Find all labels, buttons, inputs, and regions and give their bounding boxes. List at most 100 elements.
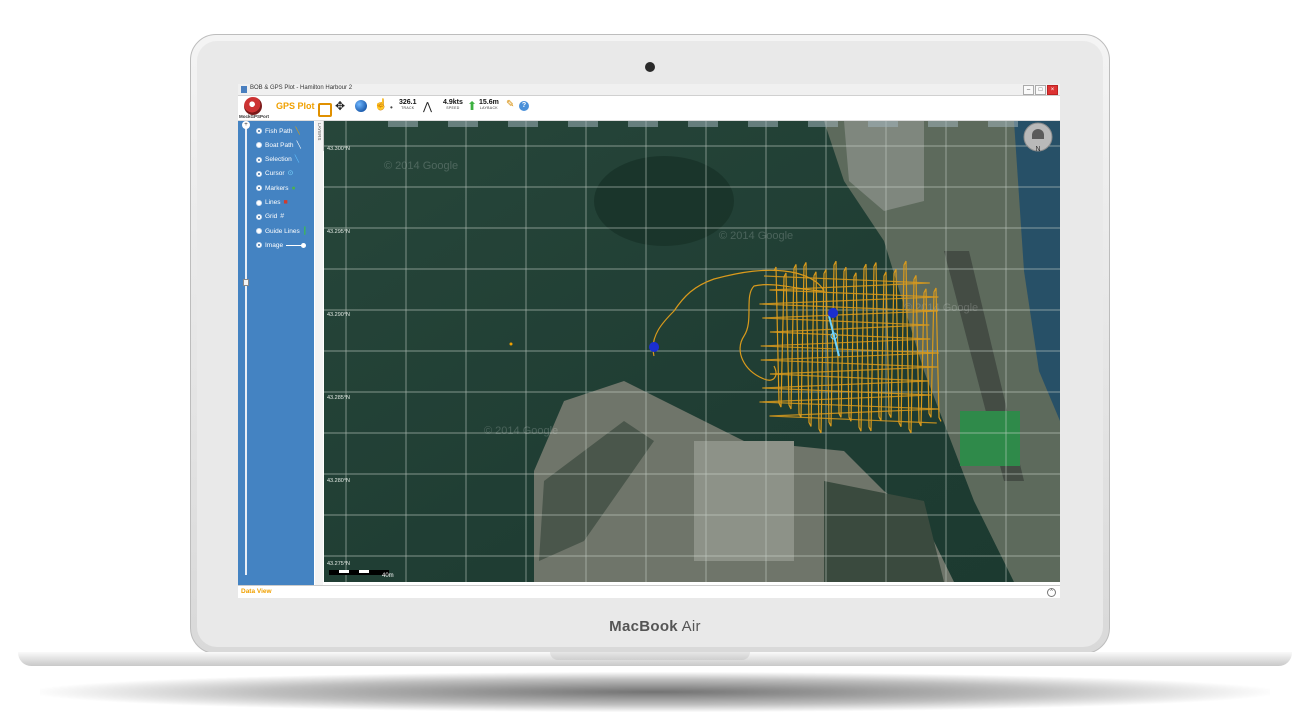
longitude-tick [928, 121, 958, 127]
lock-icon[interactable] [318, 103, 332, 117]
layer-row[interactable]: Fish Path ╲ [256, 125, 300, 137]
heading-arrow-icon: ⋀ [423, 101, 433, 113]
app-title: GPS Plot [276, 101, 315, 111]
longitude-tick [508, 121, 538, 127]
layer-label: Grid [265, 213, 278, 221]
laptop-shadow [40, 672, 1270, 712]
layer-swatch-icon[interactable]: ● [291, 185, 295, 192]
layer-swatch-icon[interactable]: # [280, 213, 284, 220]
move-icon[interactable]: ✥ [335, 99, 345, 113]
layer-toggle[interactable] [256, 185, 262, 192]
minimize-button[interactable]: – [1023, 85, 1034, 95]
image-opacity-slider[interactable] [286, 242, 307, 248]
map-view[interactable]: 43.300°N 43.295°N 43.290°N 43.285°N 43.280°N… [324, 121, 1060, 582]
layers-tab[interactable]: LAYERS [315, 121, 324, 151]
zoom-slider-thumb[interactable] [243, 279, 249, 286]
latitude-label: 43.280°N [327, 478, 350, 484]
longitude-tick [748, 121, 778, 127]
latitude-label: 43.300°N [327, 146, 350, 152]
app-window: BOB & GPS Plot - Hamilton Harbour 2 – □ … [238, 84, 1060, 598]
dropdown-icon[interactable]: • [390, 101, 393, 115]
layer-row[interactable]: Guide Lines ┃ [256, 225, 307, 237]
layer-row[interactable]: Markers ● [256, 182, 296, 194]
zoom-slider-track[interactable] [245, 127, 247, 575]
layer-label: Image [265, 241, 284, 249]
layer-label: Guide Lines [265, 227, 300, 235]
layer-toggle[interactable] [256, 170, 262, 177]
layer-swatch-icon[interactable]: ╲ [295, 128, 299, 135]
longitude-tick [988, 121, 1018, 127]
globe-icon[interactable] [355, 100, 367, 112]
satellite-map[interactable]: 43.300°N 43.295°N 43.290°N 43.285°N 43.280°N… [324, 121, 1060, 582]
scale-label: 40m [382, 573, 394, 579]
pencil-icon[interactable]: ✎ [506, 99, 514, 110]
latitude-label: 43.275°N [327, 561, 350, 567]
layer-row[interactable]: Cursor ⊙ [256, 168, 293, 180]
map-watermark: © 2014 Google [484, 425, 558, 437]
toolbar: MockGPSPort GPS Plot ✥ ☝ • 326.1 TRACK ⋀… [238, 96, 1060, 121]
layer-toggle[interactable] [256, 156, 262, 163]
title-bar: BOB & GPS Plot - Hamilton Harbour 2 – □ … [238, 84, 1060, 96]
layer-label: Selection [265, 156, 292, 164]
camera-icon [645, 62, 655, 72]
speed-readout: 4.9kts SPEED [443, 99, 463, 110]
longitude-tick [568, 121, 598, 127]
map-watermark: © 2014 Google [384, 160, 458, 172]
layer-row[interactable]: Grid # [256, 211, 284, 223]
green-field [960, 411, 1020, 466]
latitude-label: 43.290°N [327, 312, 350, 318]
longitude-tick [868, 121, 898, 127]
layer-toggle[interactable] [256, 242, 262, 249]
close-button[interactable]: × [1047, 85, 1058, 95]
layer-swatch-icon[interactable]: ╲ [295, 156, 299, 163]
app-icon [241, 86, 247, 93]
data-view-title: Data View [241, 588, 272, 595]
latitude-label: 43.295°N [327, 229, 350, 235]
layers-panel: + Fish Path ╲ Boat Path ╲ Selection ╲ Cursor ⊙ M… [238, 121, 314, 585]
layer-label: Cursor [265, 170, 285, 178]
zoom-in-icon[interactable]: + [242, 121, 250, 129]
layer-label: Markers [265, 184, 289, 192]
maximize-button[interactable]: □ [1035, 85, 1046, 95]
layer-swatch-icon[interactable]: ■ [284, 199, 288, 206]
layer-row[interactable]: Lines ■ [256, 197, 288, 209]
layer-toggle[interactable] [256, 199, 262, 206]
window-title: BOB & GPS Plot - Hamilton Harbour 2 [250, 85, 353, 91]
layer-toggle[interactable] [256, 228, 262, 235]
layer-toggle[interactable] [256, 142, 262, 149]
layer-label: Boat Path [265, 141, 294, 149]
layer-swatch-icon[interactable]: ╲ [297, 142, 301, 149]
laptop-brand: MacBook Air [609, 618, 701, 635]
compass-label: N [1035, 146, 1040, 153]
industrial-block [694, 441, 794, 561]
latitude-label: 43.285°N [327, 395, 350, 401]
layback-readout: 15.6m LAYBACK [479, 99, 499, 110]
logo-text: MockGPSPort [239, 114, 270, 119]
longitude-tick [688, 121, 718, 127]
hand-icon[interactable]: ☝ [374, 98, 388, 112]
logo-icon [244, 97, 262, 115]
longitude-tick [808, 121, 838, 127]
boat-position-marker [509, 342, 513, 346]
chevron-up-icon[interactable]: ^ [1047, 588, 1056, 597]
deep-water-patch [594, 156, 734, 246]
layer-swatch-icon[interactable]: ┃ [303, 228, 307, 235]
layer-row[interactable]: Boat Path ╲ [256, 139, 301, 151]
layer-label: Lines [265, 199, 281, 206]
help-button[interactable]: ? [519, 101, 529, 111]
layer-toggle[interactable] [256, 213, 262, 220]
layer-swatch-icon[interactable]: ⊙ [288, 170, 294, 177]
speed-arrow-icon: ⬆ [467, 99, 478, 113]
map-watermark: © 2014 Google [719, 230, 793, 242]
layer-toggle[interactable] [256, 128, 262, 134]
data-view-bar[interactable]: Data View ^ [238, 585, 1060, 598]
layer-row[interactable]: Selection ╲ [256, 154, 299, 166]
laptop-notch [550, 652, 750, 660]
longitude-tick [448, 121, 478, 127]
layer-row[interactable]: Image [256, 239, 307, 251]
panel-strip [315, 151, 323, 585]
track-readout: 326.1 TRACK [399, 99, 417, 110]
layer-label: Fish Path [265, 127, 293, 135]
longitude-tick [628, 121, 658, 127]
longitude-tick [388, 121, 418, 127]
